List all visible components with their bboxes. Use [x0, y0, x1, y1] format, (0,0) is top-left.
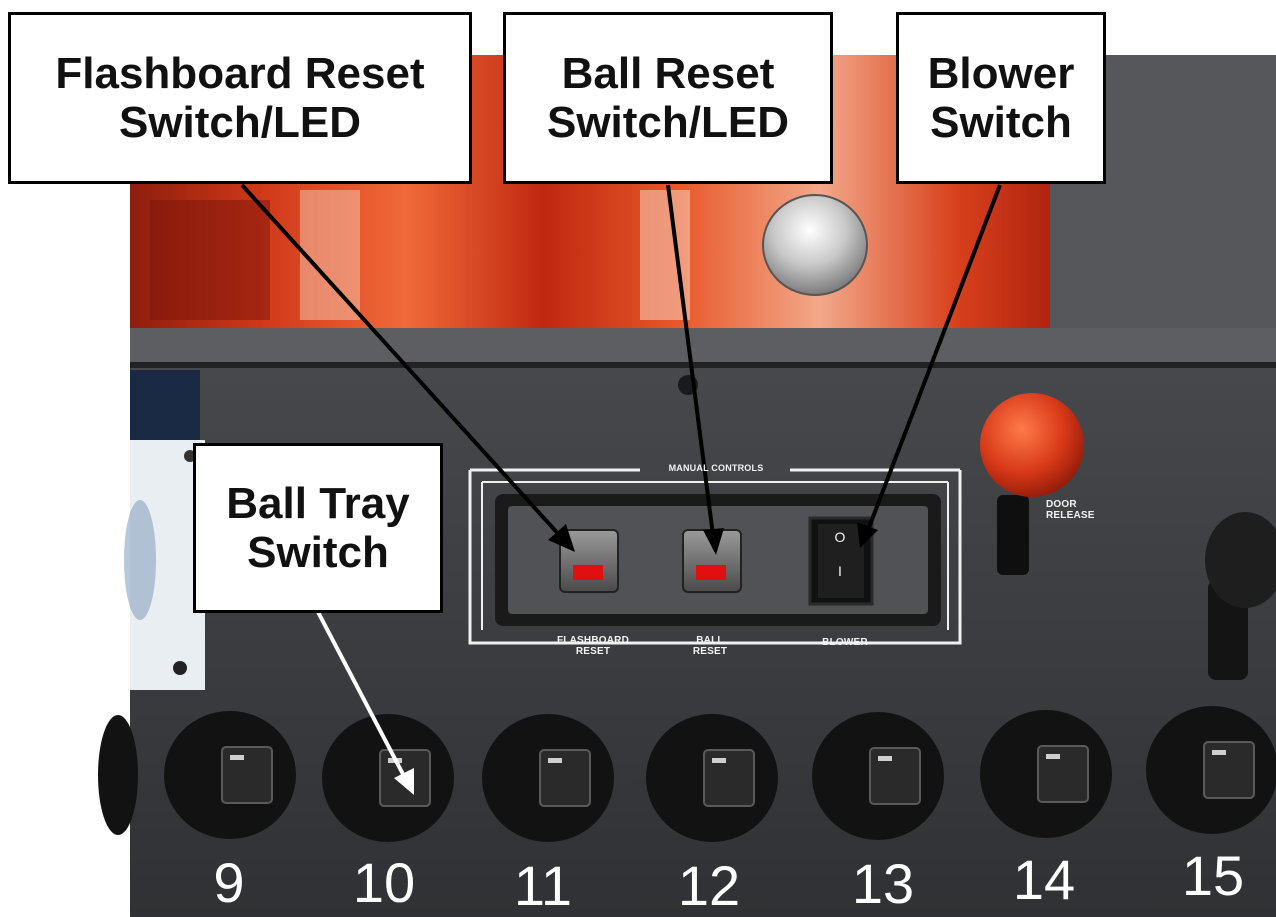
- callout-flashboard-reset: Flashboard Reset Switch/LED: [8, 12, 472, 184]
- flashboard-label-line2: RESET: [575, 645, 611, 657]
- left-screw: [173, 661, 187, 675]
- callout-blower-line2: Switch: [930, 98, 1072, 147]
- left-blue-part: [130, 370, 200, 440]
- door-release-label: DOOR RELEASE: [1046, 499, 1116, 521]
- bin-number-12: 12: [677, 854, 741, 917]
- bin-hole-partial: [98, 715, 138, 835]
- flashboard-label-line1: FLASHBOARD: [557, 635, 629, 646]
- ball-label-line2: RESET: [692, 645, 728, 657]
- ball-label-line1: BALL: [696, 635, 724, 646]
- callout-ball-reset-line2: Switch/LED: [546, 98, 790, 147]
- door-release-knob[interactable]: [980, 393, 1084, 497]
- switch-highlight: [712, 758, 726, 763]
- bin-number-11: 11: [513, 854, 573, 917]
- callout-ball-tray-line2: Switch: [247, 528, 389, 577]
- callout-ball-reset-line1: Ball Reset: [561, 48, 775, 98]
- ball-tray-switch[interactable]: [539, 749, 591, 807]
- chrome-knob: [762, 194, 868, 296]
- door-label-line2: RELEASE: [1046, 509, 1095, 521]
- flashboard-led: [573, 565, 603, 580]
- plexi-shadow: [150, 200, 270, 320]
- switch-highlight: [230, 755, 244, 760]
- rocker-off-mark: O: [834, 529, 846, 545]
- plexi-highlight: [300, 190, 360, 320]
- bin-number-13: 13: [851, 852, 915, 915]
- manual-controls-label: MANUAL CONTROLS: [668, 463, 764, 473]
- blower-label: BLOWER: [822, 637, 868, 648]
- callout-ball-tray: Ball Tray Switch: [193, 443, 443, 613]
- door-label-line1: DOOR: [1046, 499, 1077, 510]
- flashboard-reset-label: FLASHBOARD RESET: [548, 635, 638, 657]
- ball-tray-switch[interactable]: [1203, 741, 1255, 799]
- bin-number-14: 14: [1012, 848, 1076, 911]
- ball-tray-switch[interactable]: [221, 746, 273, 804]
- switch-highlight: [878, 756, 892, 761]
- callout-flashboard-line1: Flashboard Reset: [55, 48, 425, 98]
- rocker-on-mark: I: [837, 563, 843, 579]
- switch-highlight: [548, 758, 562, 763]
- door-release-stem: [997, 495, 1029, 575]
- switch-highlight: [1212, 750, 1226, 755]
- bin-number-10: 10: [352, 851, 416, 914]
- callout-blower: Blower Switch: [896, 12, 1106, 184]
- callout-flashboard-line2: Switch/LED: [118, 98, 362, 147]
- callout-ball-tray-line1: Ball Tray: [226, 478, 410, 528]
- bin-number-15: 15: [1181, 844, 1245, 907]
- switch-highlight: [1046, 754, 1060, 759]
- ball-reset-label: BALL RESET: [680, 635, 740, 657]
- ball-reset-led: [696, 565, 726, 580]
- ball-tray-switch[interactable]: [703, 749, 755, 807]
- ledge-shadow: [130, 362, 1276, 368]
- ball-tray-switch[interactable]: [869, 747, 921, 805]
- bin-number-9: 9: [213, 851, 245, 914]
- callout-blower-line1: Blower: [927, 48, 1075, 98]
- left-blue-tint: [124, 500, 156, 620]
- ball-tray-switch[interactable]: [1037, 745, 1089, 803]
- callout-ball-reset: Ball Reset Switch/LED: [503, 12, 833, 184]
